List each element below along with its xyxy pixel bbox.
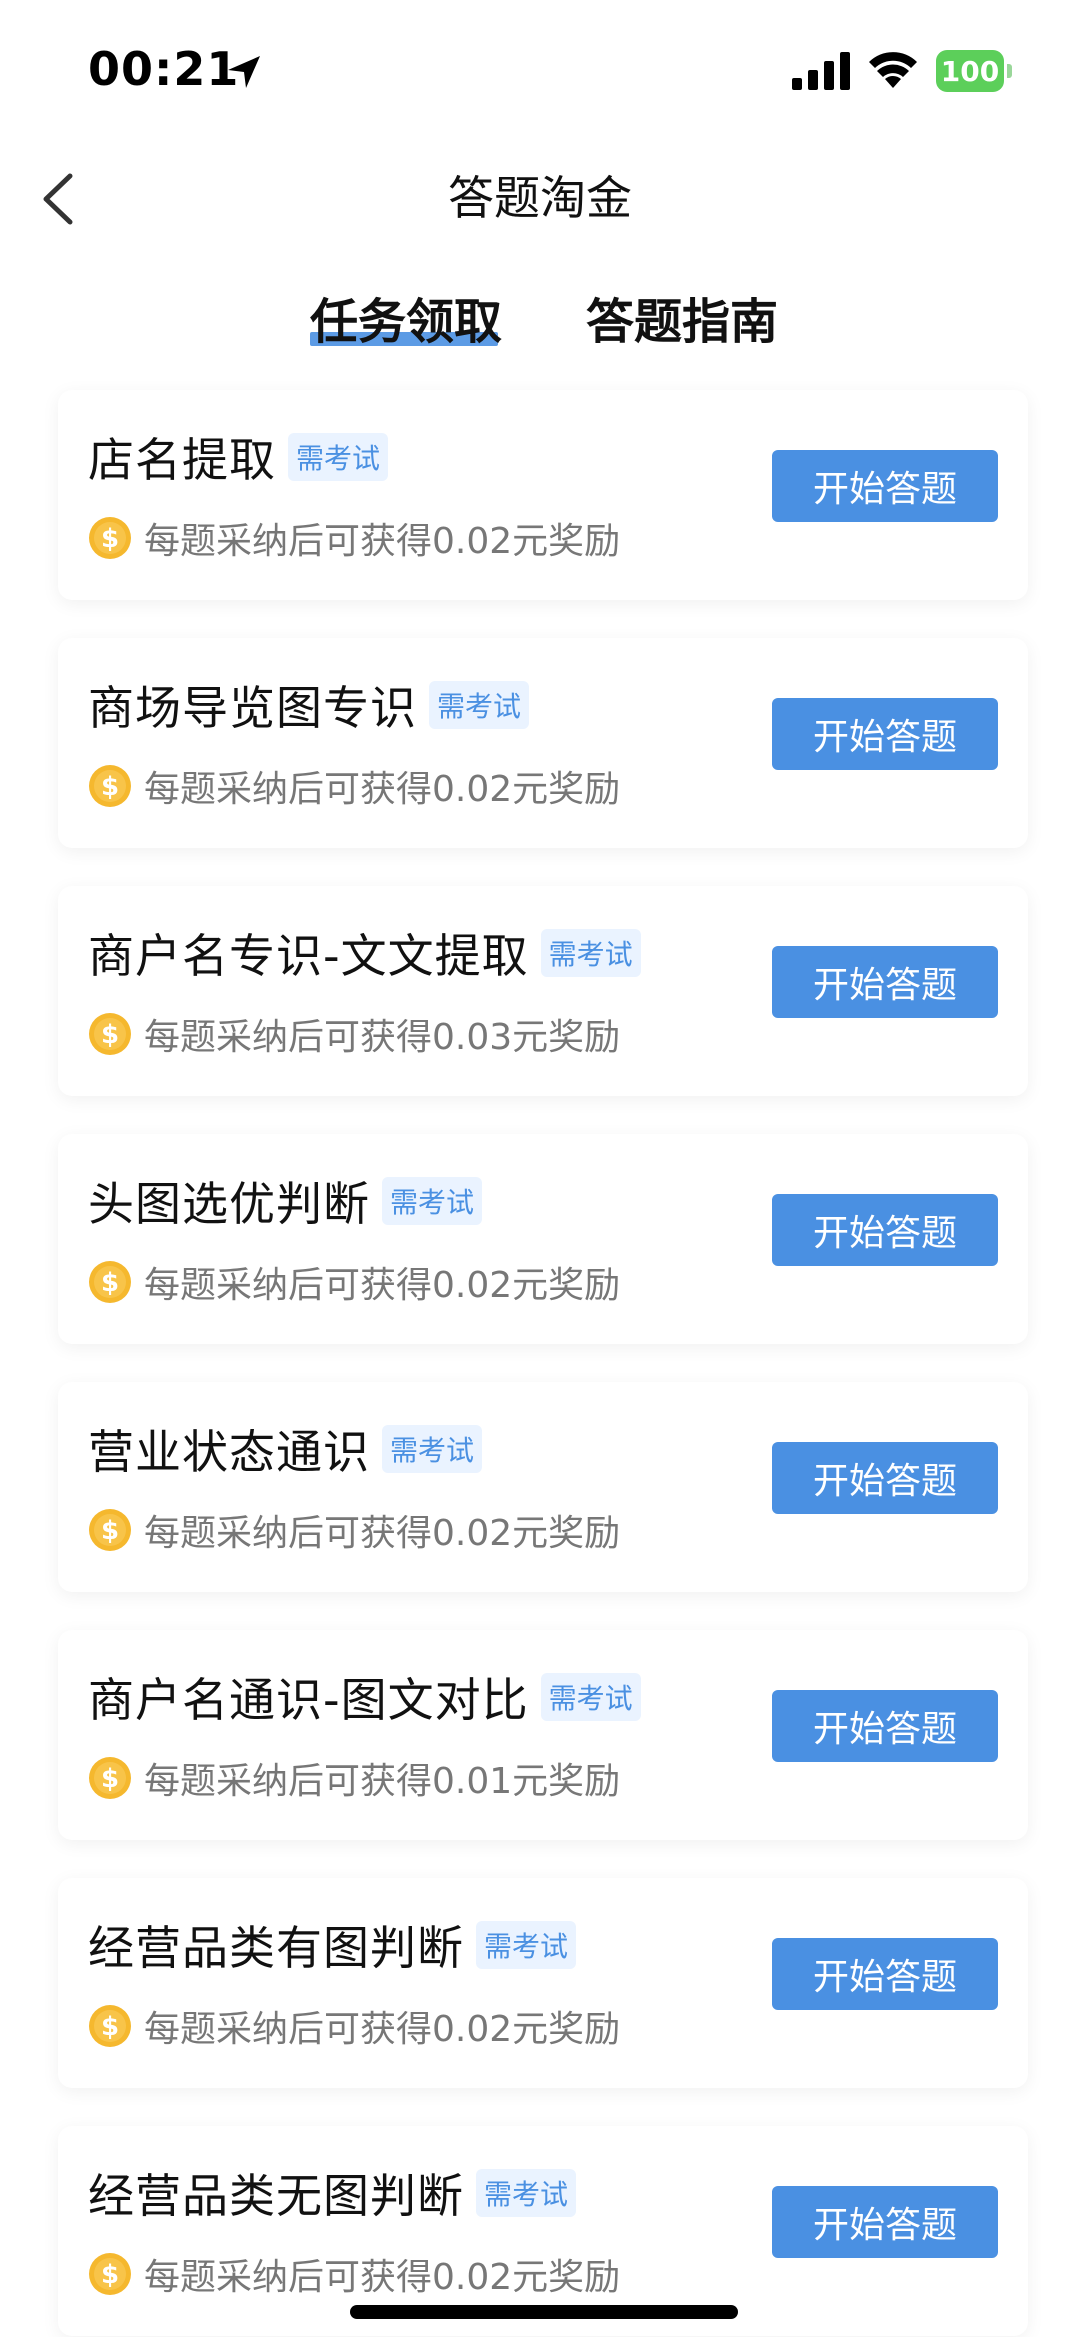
task-title: 营业状态通识 xyxy=(88,1425,370,1479)
start-answer-button[interactable]: 开始答题 xyxy=(772,946,998,1018)
exam-required-badge: 需考试 xyxy=(476,1921,577,1969)
start-answer-button[interactable]: 开始答题 xyxy=(772,1442,998,1514)
exam-required-badge: 需考试 xyxy=(382,1425,483,1473)
reward-text: 每题采纳后可获得0.02元奖励 xyxy=(144,1513,621,1554)
start-answer-button[interactable]: 开始答题 xyxy=(772,1938,998,2010)
svg-text:$: $ xyxy=(101,1764,119,1794)
location-arrow-icon xyxy=(228,56,260,88)
coin-icon: $ xyxy=(89,2005,131,2047)
exam-required-badge: 需考试 xyxy=(382,1177,483,1225)
svg-text:$: $ xyxy=(101,1020,119,1050)
page-title: 答题淘金 xyxy=(448,171,632,225)
nav-header: 答题淘金 xyxy=(0,140,1080,250)
battery-tip xyxy=(1007,64,1012,78)
signal-icon xyxy=(792,52,850,90)
status-bar: 00:21 100 xyxy=(0,0,1080,140)
task-title: 经营品类有图判断 xyxy=(88,1921,464,1975)
reward-text: 每题采纳后可获得0.01元奖励 xyxy=(144,1761,621,1802)
reward-text: 每题采纳后可获得0.02元奖励 xyxy=(144,2009,621,2050)
coin-icon: $ xyxy=(89,1509,131,1551)
task-title: 店名提取 xyxy=(88,433,276,487)
battery-icon: 100 xyxy=(936,50,1012,92)
task-card: 商户名通识-图文对比 需考试 $ 每题采纳后可获得0.01元奖励 开始答题 xyxy=(58,1630,1028,1840)
tab-answer-guide[interactable]: 答题指南 xyxy=(586,282,778,352)
exam-required-badge: 需考试 xyxy=(476,2169,577,2217)
exam-required-badge: 需考试 xyxy=(288,433,389,481)
svg-text:$: $ xyxy=(101,1268,119,1298)
svg-text:$: $ xyxy=(101,1516,119,1546)
task-title: 商户名专识-文文提取 xyxy=(88,929,529,983)
task-title: 商场导览图专识 xyxy=(88,681,417,735)
tab-task-claim[interactable]: 任务领取 xyxy=(310,282,502,352)
reward-text: 每题采纳后可获得0.02元奖励 xyxy=(144,1265,621,1306)
task-card: 营业状态通识 需考试 $ 每题采纳后可获得0.02元奖励 开始答题 xyxy=(58,1382,1028,1592)
task-card: 商场导览图专识 需考试 $ 每题采纳后可获得0.02元奖励 开始答题 xyxy=(58,638,1028,848)
wifi-icon xyxy=(869,52,917,88)
coin-icon: $ xyxy=(89,1757,131,1799)
start-answer-button[interactable]: 开始答题 xyxy=(772,450,998,522)
exam-required-badge: 需考试 xyxy=(540,1673,641,1721)
task-card: 头图选优判断 需考试 $ 每题采纳后可获得0.02元奖励 开始答题 xyxy=(58,1134,1028,1344)
task-card: 经营品类有图判断 需考试 $ 每题采纳后可获得0.02元奖励 开始答题 xyxy=(58,1878,1028,2088)
battery-level: 100 xyxy=(936,50,1004,92)
coin-icon: $ xyxy=(89,1261,131,1303)
start-answer-button[interactable]: 开始答题 xyxy=(772,1194,998,1266)
tab-bar: 任务领取 答题指南 xyxy=(0,282,1080,362)
svg-text:$: $ xyxy=(101,2012,119,2042)
reward-text: 每题采纳后可获得0.02元奖励 xyxy=(144,769,621,810)
start-answer-button[interactable]: 开始答题 xyxy=(772,2186,998,2258)
task-card: 店名提取 需考试 $ 每题采纳后可获得0.02元奖励 开始答题 xyxy=(58,390,1028,600)
svg-text:$: $ xyxy=(101,2260,119,2290)
home-indicator xyxy=(350,2305,738,2319)
task-title: 经营品类无图判断 xyxy=(88,2169,464,2223)
start-answer-button[interactable]: 开始答题 xyxy=(772,698,998,770)
svg-text:$: $ xyxy=(101,524,119,554)
reward-text: 每题采纳后可获得0.02元奖励 xyxy=(144,521,621,562)
svg-text:$: $ xyxy=(101,772,119,802)
coin-icon: $ xyxy=(89,1013,131,1055)
task-title: 头图选优判断 xyxy=(88,1177,370,1231)
reward-text: 每题采纳后可获得0.03元奖励 xyxy=(144,1017,621,1058)
coin-icon: $ xyxy=(89,517,131,559)
exam-required-badge: 需考试 xyxy=(429,681,530,729)
start-answer-button[interactable]: 开始答题 xyxy=(772,1690,998,1762)
coin-icon: $ xyxy=(89,765,131,807)
reward-text: 每题采纳后可获得0.02元奖励 xyxy=(144,2257,621,2298)
status-time: 00:21 xyxy=(88,42,240,96)
task-title: 商户名通识-图文对比 xyxy=(88,1673,529,1727)
task-card: 商户名专识-文文提取 需考试 $ 每题采纳后可获得0.03元奖励 开始答题 xyxy=(58,886,1028,1096)
coin-icon: $ xyxy=(89,2253,131,2295)
exam-required-badge: 需考试 xyxy=(540,929,641,977)
